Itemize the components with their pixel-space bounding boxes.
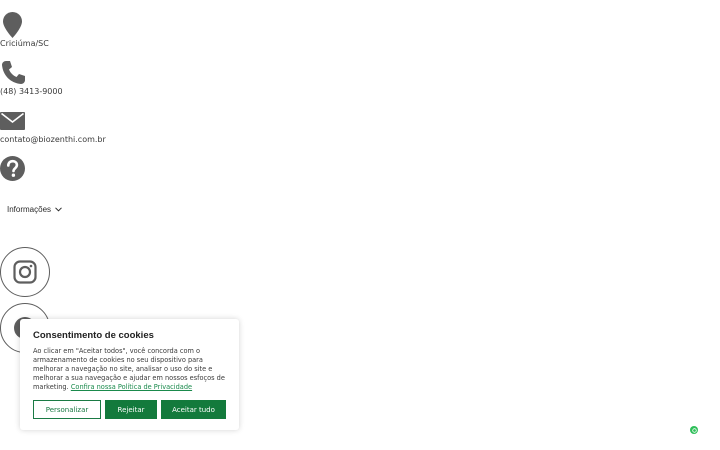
cookie-title: Consentimento de cookies xyxy=(33,330,154,341)
cookie-consent-dialog: Consentimento de cookies Ao clicar em "A… xyxy=(20,319,239,430)
phone-text[interactable]: (48) 3413-9000 xyxy=(0,87,63,96)
reject-button[interactable]: Rejeitar xyxy=(105,400,157,419)
question-circle-icon xyxy=(0,156,25,181)
phone-icon[interactable] xyxy=(1,60,26,85)
informacoes-dropdown[interactable]: Informações xyxy=(4,202,66,216)
location-pin-icon xyxy=(3,12,22,38)
chevron-down-icon xyxy=(55,206,62,212)
location-text: Criciúma/SC xyxy=(0,39,49,48)
instagram-icon xyxy=(13,260,37,284)
privacy-policy-link[interactable]: Confira nossa Política de Privacidade xyxy=(71,383,192,391)
customize-button[interactable]: Personalizar xyxy=(33,400,101,419)
chat-widget-icon[interactable] xyxy=(690,426,698,434)
informacoes-label: Informações xyxy=(7,204,52,214)
cookie-description: Ao clicar em "Aceitar todos", você conco… xyxy=(33,347,226,392)
instagram-button[interactable] xyxy=(0,247,50,297)
chat-bubble-icon xyxy=(691,427,697,433)
envelope-icon[interactable] xyxy=(0,112,25,130)
email-text[interactable]: contato@biozenthi.com.br xyxy=(0,135,106,144)
accept-all-button[interactable]: Aceitar tudo xyxy=(161,400,226,419)
